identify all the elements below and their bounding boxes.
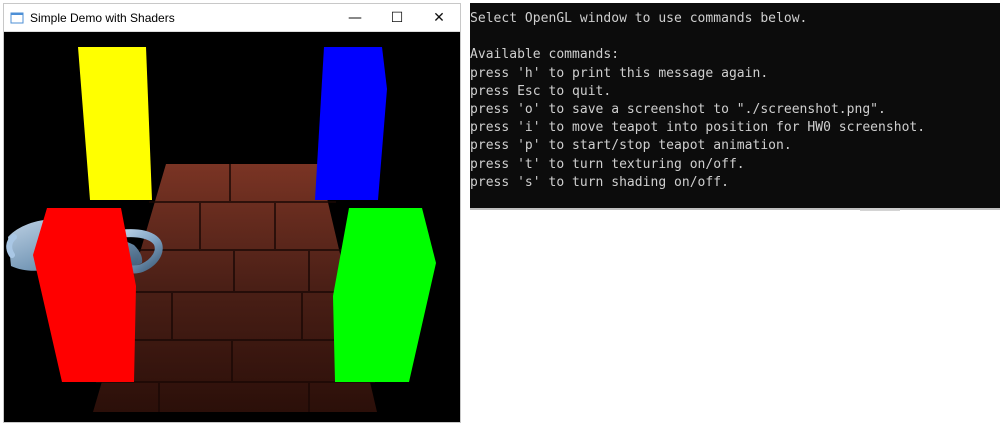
opengl-render-area[interactable] [4,32,460,422]
green-pillar [333,208,436,382]
console-line: press 'i' to move teapot into position f… [470,120,926,136]
console-line: press 'p' to start/stop teapot animation… [470,138,792,154]
minimize-icon: — [348,10,362,26]
window-title: Simple Demo with Shaders [30,10,175,25]
console-window[interactable]: Select OpenGL window to use commands bel… [470,3,1000,210]
app-window-icon-svg [10,12,24,23]
close-icon: ✕ [433,10,445,26]
console-line: press 's' to turn shading on/off. [470,174,729,190]
console-line: press 't' to turn texturing on/off. [470,156,745,172]
yellow-pillar [78,47,152,200]
desktop-screen: Simple Demo with Shaders — ☐ ✕ Select Op… [0,0,1003,426]
maximize-button[interactable]: ☐ [376,4,418,32]
minimize-button[interactable]: — [334,4,376,32]
blue-pillar [315,47,387,200]
close-button[interactable]: ✕ [418,4,460,32]
window-caption-buttons: — ☐ ✕ [334,4,460,32]
app-window-icon [10,11,24,25]
opengl-window[interactable]: Simple Demo with Shaders — ☐ ✕ [3,3,461,423]
console-line: press 'h' to print this message again. [470,65,769,81]
maximize-icon: ☐ [390,10,404,26]
console-line: press 'o' to save a screenshot to "./scr… [470,101,886,117]
red-pillar [33,208,136,382]
console-line: press Esc to quit. [470,83,612,99]
console-scroll-hint [860,208,900,211]
console-line: Select OpenGL window to use commands bel… [470,11,808,26]
opengl-scene [6,47,436,412]
console-line: Available commands: [470,47,620,63]
window-titlebar[interactable]: Simple Demo with Shaders — ☐ ✕ [4,4,460,32]
console-output: Select OpenGL window to use commands bel… [470,3,1000,192]
